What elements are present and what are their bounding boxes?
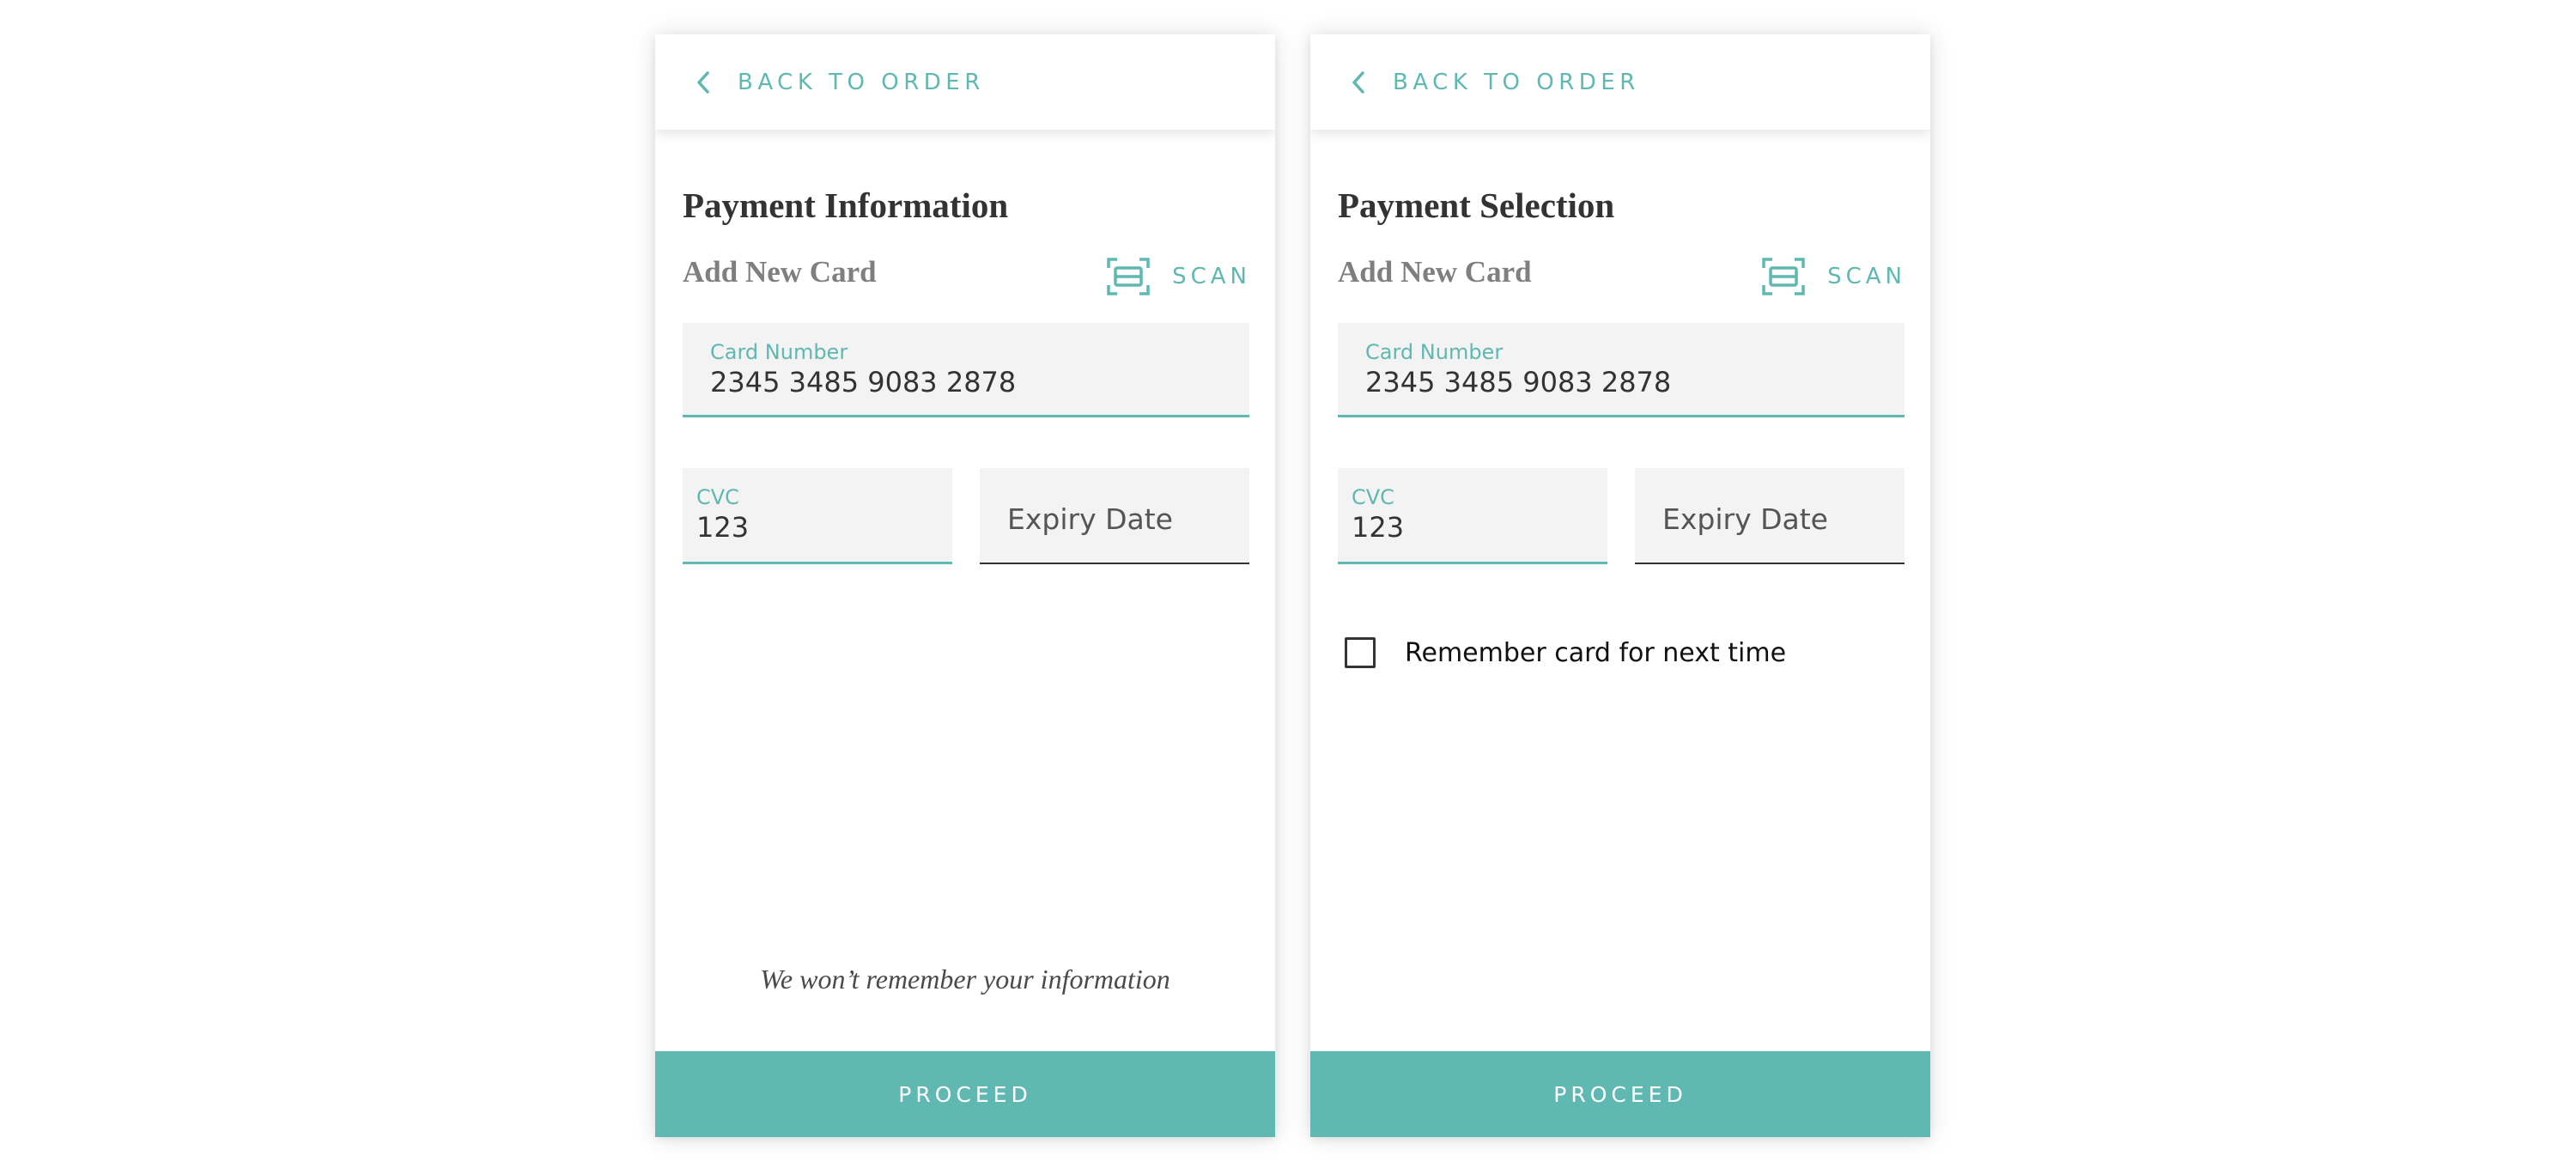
card-number-field[interactable]: Card Number 2345 3485 9083 2878 — [1338, 323, 1905, 417]
remember-card-option[interactable]: Remember card for next time — [1345, 637, 1786, 668]
back-to-order-link[interactable]: BACK TO ORDER — [655, 34, 1275, 130]
page-title: Payment Information — [683, 186, 1009, 225]
card-number-field[interactable]: Card Number 2345 3485 9083 2878 — [683, 323, 1249, 417]
scan-label: SCAN — [1827, 264, 1906, 289]
scan-card-icon — [1762, 258, 1805, 295]
card-number-value: 2345 3485 9083 2878 — [710, 366, 1017, 398]
expiry-date-placeholder: Expiry Date — [1662, 502, 1828, 536]
back-to-order-label: BACK TO ORDER — [738, 69, 985, 95]
chevron-left-icon — [697, 70, 709, 94]
expiry-date-field[interactable]: Expiry Date — [1635, 468, 1905, 564]
proceed-button[interactable]: PROCEED — [655, 1051, 1275, 1137]
back-to-order-link[interactable]: BACK TO ORDER — [1310, 34, 1930, 130]
expiry-date-placeholder: Expiry Date — [1007, 502, 1173, 536]
payment-information-screen: BACK TO ORDER Payment Information Add Ne… — [655, 34, 1275, 1137]
scan-label: SCAN — [1172, 264, 1251, 289]
remember-card-label: Remember card for next time — [1405, 637, 1787, 668]
cvc-label: CVC — [696, 485, 739, 509]
cvc-value: 123 — [696, 511, 750, 544]
card-number-label: Card Number — [1365, 340, 1504, 364]
cvc-field[interactable]: CVC 123 — [683, 468, 952, 564]
page-title: Payment Selection — [1338, 186, 1615, 225]
scan-button[interactable]: SCAN — [1107, 258, 1251, 295]
cvc-label: CVC — [1352, 485, 1394, 509]
privacy-note: We won’t remember your information — [760, 964, 1170, 995]
add-new-card-heading: Add New Card — [1338, 255, 1532, 289]
chevron-left-icon — [1352, 70, 1364, 94]
cvc-value: 123 — [1352, 511, 1405, 544]
back-to-order-label: BACK TO ORDER — [1393, 69, 1640, 95]
expiry-date-field[interactable]: Expiry Date — [980, 468, 1249, 564]
scan-button[interactable]: SCAN — [1762, 258, 1906, 295]
add-new-card-heading: Add New Card — [683, 255, 877, 289]
scan-card-icon — [1107, 258, 1150, 295]
checkbox-unchecked-icon[interactable] — [1345, 637, 1376, 668]
payment-selection-screen: BACK TO ORDER Payment Selection Add New … — [1310, 34, 1930, 1137]
cvc-field[interactable]: CVC 123 — [1338, 468, 1607, 564]
proceed-button[interactable]: PROCEED — [1310, 1051, 1930, 1137]
card-number-value: 2345 3485 9083 2878 — [1365, 366, 1672, 398]
card-number-label: Card Number — [710, 340, 848, 364]
